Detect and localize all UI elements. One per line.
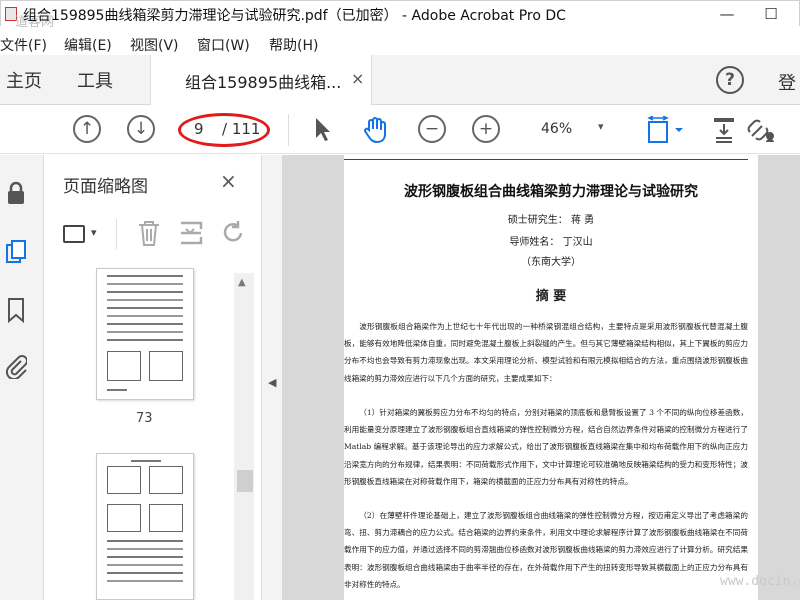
hand-tool-icon[interactable]: [362, 116, 390, 150]
options-menu-icon: [63, 225, 85, 243]
scroll-up-icon[interactable]: ▲: [238, 277, 246, 288]
window-title: 组合159895曲线箱梁剪力滞理论与试验研究.pdf（已加密） - Adobe …: [23, 8, 566, 24]
tab-document-label: 组合159895曲线箱...: [185, 73, 342, 92]
document-page: 波形钢腹板组合曲线箱梁剪力滞理论与试验研究 硕士研究生： 蒋 勇 导师姓名： 丁…: [344, 155, 758, 600]
toolbar-divider: [288, 114, 289, 146]
menu-help[interactable]: 帮助(H): [269, 35, 318, 55]
abstract-paragraph-2: （1）针对箱梁的翼板剪应力分布不均匀的特点，分别对箱梁的顶底板和悬臂板设置了 3…: [344, 408, 748, 486]
extract-pages-icon[interactable]: [178, 219, 204, 253]
thumbnail-scrollbar-thumb[interactable]: [237, 470, 253, 492]
panel-divider: [116, 219, 117, 249]
maximize-button[interactable]: ☐: [751, 1, 791, 27]
abstract-paragraph-3: （2）在薄壁杆件理论基础上，建立了波形钢腹板组合曲线箱梁的弹性控制微分方程，按迈…: [344, 511, 748, 589]
rotate-page-icon[interactable]: [219, 219, 247, 253]
zoom-level[interactable]: 46%: [541, 121, 572, 137]
collapse-panel-icon[interactable]: ◀: [268, 376, 276, 389]
zoom-in-icon[interactable]: +: [472, 115, 500, 143]
zoom-out-icon[interactable]: −: [418, 115, 446, 143]
lock-icon[interactable]: [5, 181, 27, 207]
page-thumbnails-panel: 页面缩略图 × ▾ 73 ▲: [44, 155, 262, 600]
tab-document[interactable]: 组合159895曲线箱... ×: [150, 55, 372, 105]
thumbnail-options-button[interactable]: ▾: [63, 221, 105, 249]
document-title: 波形钢腹板组合曲线箱梁剪力滞理论与试验研究: [404, 184, 698, 200]
left-navigation-rail: [0, 155, 44, 600]
page-thumbnail[interactable]: [96, 453, 194, 600]
previous-page-icon[interactable]: ↑: [73, 115, 101, 143]
abstract-heading: 摘 要: [535, 289, 567, 304]
select-cursor-icon[interactable]: [313, 116, 333, 148]
chevron-down-icon: ▾: [91, 226, 97, 239]
page-thumbnails-icon[interactable]: [5, 239, 27, 265]
document-author: 硕士研究生： 蒋 勇: [507, 215, 595, 226]
minimize-button[interactable]: —: [707, 1, 747, 27]
panel-close-icon[interactable]: ×: [220, 169, 237, 193]
sign-in-button[interactable]: 登: [778, 69, 796, 95]
fit-page-icon[interactable]: [645, 115, 685, 150]
next-page-icon[interactable]: ↓: [127, 115, 155, 143]
menu-view[interactable]: 视图(V): [130, 35, 179, 55]
title-bar: 道客网 组合159895曲线箱梁剪力滞理论与试验研究.pdf（已加密） - Ad…: [0, 0, 800, 30]
document-school: （东南大学）: [521, 257, 581, 268]
page-total: / 111: [222, 120, 261, 138]
menu-edit[interactable]: 编辑(E): [64, 35, 112, 55]
help-icon[interactable]: ?: [716, 66, 744, 94]
toolbar: ↑ ↓ 9 / 111 − + 46% ▾: [0, 106, 800, 154]
share-link-icon[interactable]: [746, 116, 778, 150]
menu-window[interactable]: 窗口(W): [197, 35, 250, 55]
tab-bar: 主页 工具 组合159895曲线箱... × ? 登: [0, 55, 800, 105]
page-number-input[interactable]: 9: [194, 120, 204, 138]
menu-bar: 文件(F) 编辑(E) 视图(V) 窗口(W) 帮助(H): [0, 30, 800, 54]
tab-home[interactable]: 主页: [6, 67, 42, 93]
watermark-url: www.docin.com: [720, 574, 800, 589]
abstract-paragraph-1: 波形钢腹板组合箱梁作为上世纪七十年代出现的一种桥梁钢混组合结构，主要特点是采用波…: [344, 322, 748, 383]
thumbnail-scrollbar[interactable]: [234, 273, 254, 600]
panel-title: 页面缩略图: [63, 177, 148, 197]
bookmark-icon[interactable]: [5, 297, 27, 324]
document-view[interactable]: 波形钢腹板组合曲线箱梁剪力滞理论与试验研究 硕士研究生： 蒋 勇 导师姓名： 丁…: [282, 155, 800, 600]
page-header-rule: [344, 159, 748, 160]
page-thumbnail[interactable]: [96, 268, 194, 400]
tab-close-icon[interactable]: ×: [351, 69, 364, 88]
zoom-dropdown-icon[interactable]: ▾: [598, 120, 604, 133]
menu-file[interactable]: 文件(F): [0, 35, 47, 55]
scrolling-mode-icon[interactable]: [712, 116, 736, 150]
thumbnail-page-label: 73: [136, 411, 153, 426]
tab-tools[interactable]: 工具: [77, 67, 113, 93]
attachment-icon[interactable]: [5, 353, 28, 381]
document-advisor: 导师姓名： 丁汉山: [509, 237, 593, 248]
delete-page-icon[interactable]: [137, 219, 161, 253]
